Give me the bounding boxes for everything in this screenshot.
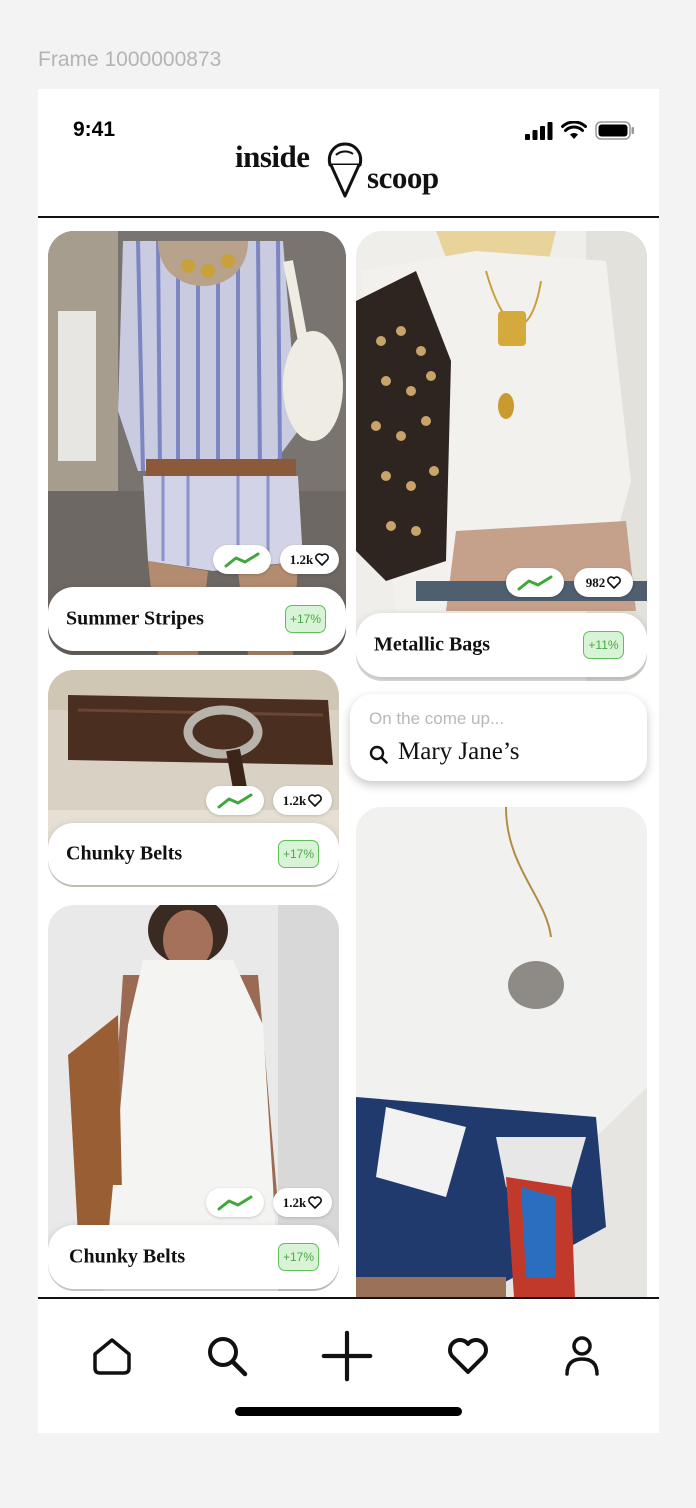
likes-value: 1.2k xyxy=(282,1194,307,1210)
nav-create[interactable] xyxy=(321,1330,373,1382)
wifi-icon xyxy=(561,121,587,139)
heart-icon xyxy=(315,553,330,566)
ice-cream-cone-icon xyxy=(327,142,363,198)
likes-count[interactable]: 982 xyxy=(574,568,633,597)
trend-card-summer-stripes[interactable]: 1.2k Summer Stripes +17% xyxy=(48,231,346,655)
likes-value: 1.2k xyxy=(289,551,314,567)
heart-icon xyxy=(607,576,622,589)
card-title: Chunky Belts xyxy=(66,842,183,865)
heart-icon xyxy=(448,1338,488,1374)
likes-count[interactable]: 1.2k xyxy=(280,545,339,574)
trend-indicator xyxy=(506,568,564,597)
trend-indicator xyxy=(206,1188,264,1217)
logo-word-inside: inside xyxy=(235,139,310,174)
trend-feed[interactable]: 1.2k Summer Stripes +17% 1.2k Chunky Bel… xyxy=(38,218,659,1298)
trend-card-chunky-belts[interactable]: 1.2k Chunky Belts +17% xyxy=(48,670,339,887)
nav-home[interactable] xyxy=(86,1330,138,1382)
card-label-bar: Metallic Bags +11% xyxy=(356,613,647,677)
frame-label: Frame 1000000873 xyxy=(38,48,222,71)
home-icon xyxy=(93,1338,131,1375)
status-icons xyxy=(525,121,635,140)
trending-up-icon xyxy=(217,793,253,808)
profile-icon xyxy=(565,1336,599,1376)
search-icon xyxy=(208,1337,248,1377)
status-time: 9:41 xyxy=(73,118,116,141)
search-suggestion-subtitle: On the come up... xyxy=(369,709,505,728)
nav-favorites[interactable] xyxy=(442,1330,494,1382)
plus-icon xyxy=(321,1330,373,1382)
card-label-bar: Chunky Belts +17% xyxy=(48,823,339,885)
heart-icon xyxy=(308,794,323,807)
card-label-bar: Chunky Belts +17% xyxy=(48,1225,339,1289)
battery-icon xyxy=(595,121,634,140)
nav-profile[interactable] xyxy=(556,1330,608,1382)
trend-card-chunky-belts-2[interactable]: 1.2k Chunky Belts +17% xyxy=(48,905,339,1291)
trend-change-badge: +17% xyxy=(278,840,319,868)
card-title: Chunky Belts xyxy=(69,1245,186,1268)
likes-count[interactable]: 1.2k xyxy=(273,1188,332,1217)
likes-value: 982 xyxy=(585,574,606,590)
trend-change-badge: +17% xyxy=(278,1243,319,1271)
cellular-signal-icon xyxy=(525,121,553,140)
likes-value: 1.2k xyxy=(282,792,307,808)
trend-card-metallic-bags[interactable]: 982 Metallic Bags +11% xyxy=(356,231,647,681)
logo-word-scoop: scoop xyxy=(367,160,439,195)
phone-screen: 9:41 inside scoop 1.2k Summer Stripes +1… xyxy=(38,89,659,1433)
bottom-nav xyxy=(38,1299,659,1433)
trending-up-icon xyxy=(224,552,260,567)
home-indicator[interactable] xyxy=(235,1407,462,1416)
trend-change-badge: +17% xyxy=(285,605,326,633)
trend-indicator xyxy=(213,545,271,574)
card-label-bar: Summer Stripes +17% xyxy=(48,587,346,651)
search-suggestion-query: Mary Jane’s xyxy=(398,738,520,765)
trend-card-linen-outfit[interactable] xyxy=(356,807,647,1298)
likes-count[interactable]: 1.2k xyxy=(273,786,332,815)
trend-indicator xyxy=(206,786,264,815)
trending-up-icon xyxy=(217,1195,253,1210)
trending-up-icon xyxy=(517,575,553,590)
search-suggestion-card[interactable]: On the come up... Mary Jane’s xyxy=(350,694,647,781)
search-icon xyxy=(369,745,388,764)
app-logo: inside scoop xyxy=(235,137,465,203)
card-title: Summer Stripes xyxy=(66,607,204,630)
card-title: Metallic Bags xyxy=(374,633,491,656)
trend-photo xyxy=(356,807,647,1298)
nav-search[interactable] xyxy=(201,1330,253,1382)
heart-icon xyxy=(308,1196,323,1209)
trend-change-badge: +11% xyxy=(583,631,624,659)
